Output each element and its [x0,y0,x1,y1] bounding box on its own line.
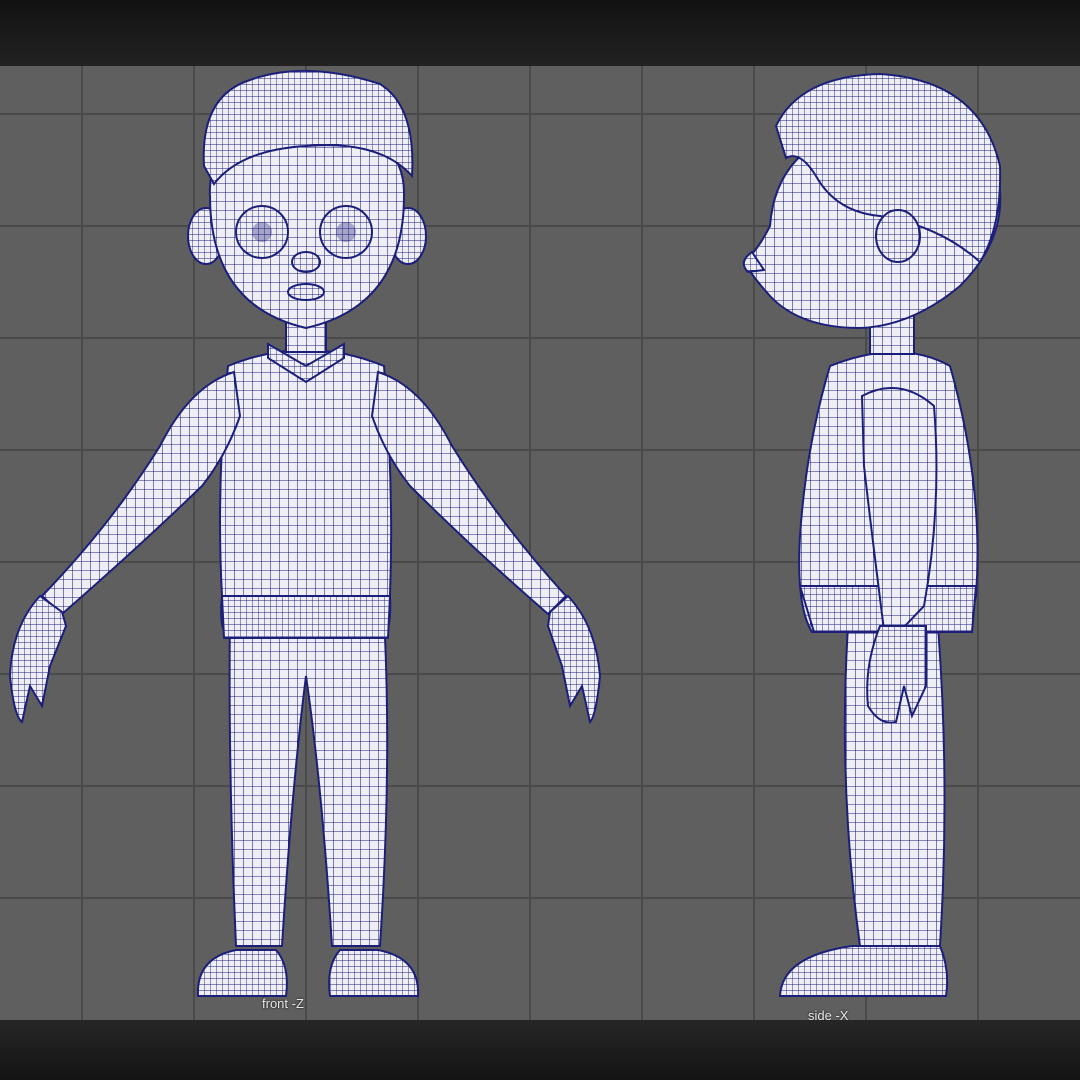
modeling-viewport[interactable]: front -Z side -X [0,66,1080,1020]
front-view-label: front -Z [262,996,304,1011]
top-frame-bar [0,0,1080,66]
viewport-canvas[interactable] [0,66,1080,1020]
bottom-frame-bar [0,1020,1080,1080]
side-view-character-mesh[interactable] [742,72,1002,997]
side-view-label: side -X [808,1008,849,1020]
